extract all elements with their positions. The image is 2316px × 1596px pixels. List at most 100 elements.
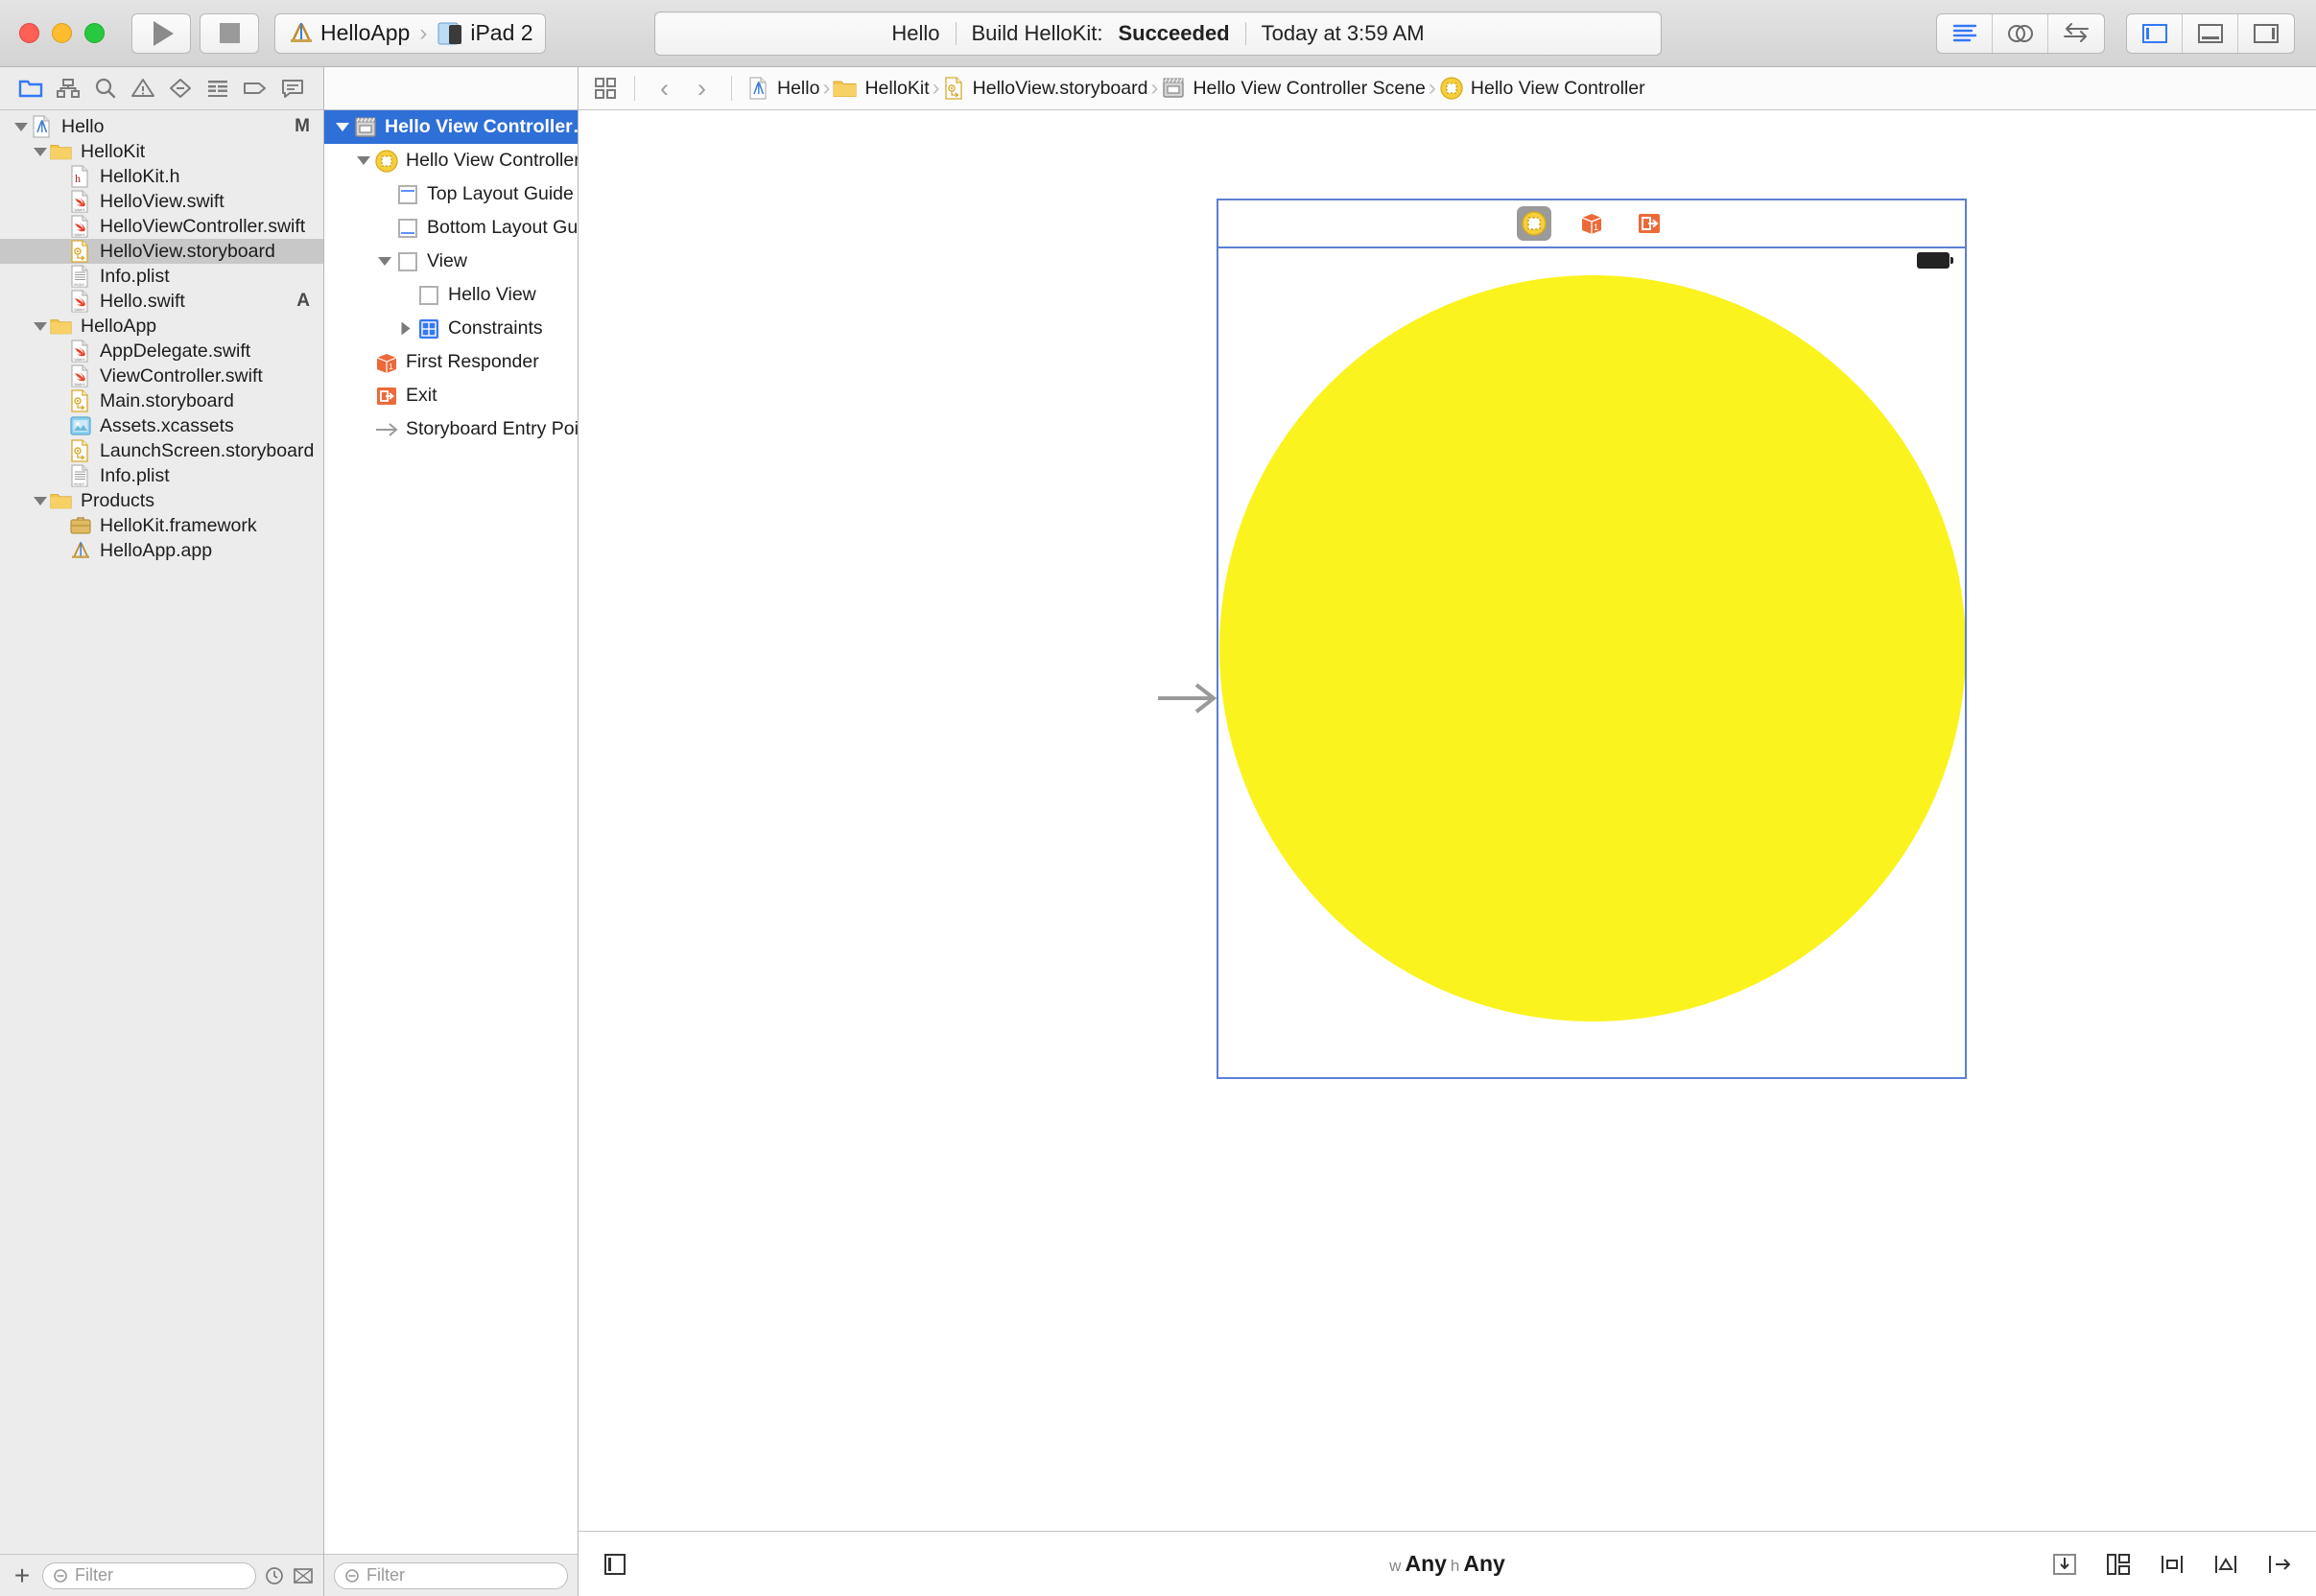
outline-row[interactable]: 1 First Responder <box>324 345 578 379</box>
file-row[interactable]: Products <box>0 488 323 513</box>
scene-outline-tree[interactable]: Hello View Controller… Hello View Control… <box>324 110 578 1554</box>
align-button[interactable] <box>2157 1551 2187 1578</box>
project-file-tree[interactable]: Hello M HelloKit h HelloKit.h SWIFT HelloView.… <box>0 110 323 1554</box>
outline-row[interactable]: Hello View Controller <box>324 144 578 177</box>
file-row[interactable]: LaunchScreen.storyboard <box>0 438 323 463</box>
file-row[interactable]: PLIST Info.plist <box>0 264 323 289</box>
file-row[interactable]: SWIFT Hello.swift A <box>0 289 323 314</box>
recent-files-filter-icon[interactable] <box>264 1565 285 1586</box>
exit-dock-icon[interactable] <box>1632 206 1666 241</box>
file-row[interactable]: HelloApp.app <box>0 538 323 563</box>
view-controller-dock-icon[interactable] <box>1517 206 1551 241</box>
breadcrumb-item[interactable]: Hello <box>747 77 819 100</box>
update-frames-button[interactable] <box>2049 1551 2080 1578</box>
report-navigator-tab[interactable] <box>203 74 232 103</box>
symbol-navigator-tab[interactable] <box>54 74 83 103</box>
debug-navigator-tab[interactable] <box>278 74 307 103</box>
outline-row[interactable]: View <box>324 245 578 278</box>
disclosure-triangle[interactable] <box>332 123 353 131</box>
disclosure-triangle[interactable] <box>353 156 374 165</box>
disclosure-triangle[interactable] <box>31 491 50 510</box>
outline-row[interactable]: Bottom Layout Gu… <box>324 211 578 245</box>
file-row[interactable]: HelloKit.framework <box>0 513 323 538</box>
navigator-filter-field[interactable]: Filter <box>42 1561 256 1589</box>
project-navigator-tab[interactable] <box>16 74 45 103</box>
close-window-button[interactable] <box>19 23 39 43</box>
disclosure-triangle[interactable] <box>374 257 395 266</box>
pin-button[interactable] <box>2210 1551 2241 1578</box>
outline-filter-field[interactable]: Filter <box>334 1561 568 1589</box>
view-controller-icon <box>375 149 398 173</box>
disclosure-triangle[interactable] <box>12 117 31 136</box>
hello-view-circle[interactable] <box>1219 275 1965 1021</box>
disclosure-triangle[interactable] <box>31 142 50 161</box>
scheme-selector[interactable]: HelloApp › iPad 2 <box>274 12 546 54</box>
find-navigator-tab[interactable] <box>91 74 120 103</box>
embed-in-button[interactable] <box>2103 1551 2134 1578</box>
minimize-window-button[interactable] <box>52 23 72 43</box>
file-row[interactable]: Main.storyboard <box>0 388 323 413</box>
activity-status-bar[interactable]: Hello Build HelloKit: Succeeded Today at… <box>654 11 1662 56</box>
file-row[interactable]: Hello M <box>0 114 323 139</box>
file-row[interactable]: PLIST Info.plist <box>0 463 323 488</box>
file-row[interactable]: Assets.xcassets <box>0 413 323 438</box>
forward-button[interactable]: › <box>688 74 716 104</box>
file-row[interactable]: SWIFT HelloViewController.swift <box>0 214 323 239</box>
file-row[interactable]: HelloApp <box>0 314 323 339</box>
breadcrumb-item[interactable]: Hello View Controller <box>1439 76 1645 101</box>
file-row[interactable]: HelloKit <box>0 139 323 164</box>
back-button[interactable]: ‹ <box>650 74 678 104</box>
breadcrumb-item[interactable]: Hello View Controller Scene <box>1161 77 1426 100</box>
file-type-icon <box>31 115 54 138</box>
zoom-window-button[interactable] <box>84 23 105 43</box>
disclosure-triangle[interactable] <box>395 321 416 336</box>
outline-row[interactable]: Top Layout Guide <box>324 177 578 211</box>
toolbar-right-controls <box>1936 12 2295 54</box>
breadcrumb-item[interactable]: HelloView.storyboard <box>943 77 1147 100</box>
version-editor-button[interactable] <box>2048 14 2104 53</box>
disclosure-triangle[interactable] <box>31 317 50 336</box>
view-controller-scene[interactable]: 1 <box>1217 199 1967 1079</box>
assistant-editor-button[interactable] <box>1993 13 2048 53</box>
file-row[interactable]: HelloView.storyboard <box>0 239 323 264</box>
file-row[interactable]: SWIFT HelloView.swift <box>0 189 323 214</box>
framework-icon <box>70 517 91 534</box>
debug-area-toggle-button[interactable] <box>2183 13 2238 53</box>
utilities-toggle-button[interactable] <box>2238 14 2294 53</box>
resolve-issues-button[interactable] <box>2264 1551 2295 1578</box>
status-time: Today at 3:59 AM <box>1261 20 1425 45</box>
outline-row[interactable]: Storyboard Entry Point <box>324 412 578 446</box>
file-row[interactable]: h HelloKit.h <box>0 164 323 189</box>
document-outline-toggle-button[interactable] <box>600 1551 632 1578</box>
outline-row[interactable]: Hello View <box>324 278 578 312</box>
size-class-h-value: Any <box>1463 1551 1505 1576</box>
jump-bar: ‹ › Hello › HelloKit › HelloView.storyboard ›… <box>579 67 2316 110</box>
view-controller-view[interactable] <box>1217 248 1967 1079</box>
size-class-indicator[interactable]: w Any h Any <box>1389 1551 1505 1577</box>
file-row[interactable]: SWIFT AppDelegate.swift <box>0 339 323 364</box>
outline-row[interactable]: Exit <box>324 379 578 412</box>
standard-editor-button[interactable] <box>1937 13 1993 53</box>
outline-item-icon <box>395 182 420 207</box>
breakpoint-navigator-tab[interactable] <box>241 74 270 103</box>
file-row[interactable]: SWIFT ViewController.swift <box>0 364 323 388</box>
outline-item-icon <box>395 249 420 274</box>
folder-icon <box>50 494 72 509</box>
add-file-button[interactable]: + <box>10 1561 35 1588</box>
storyboard-canvas[interactable]: 1 <box>579 110 2316 1531</box>
outline-row[interactable]: Constraints <box>324 312 578 345</box>
run-button[interactable] <box>131 12 191 54</box>
outline-row[interactable]: Hello View Controller… <box>324 110 578 144</box>
outline-item-label: Bottom Layout Gu… <box>427 217 578 238</box>
breadcrumb-item[interactable]: HelloKit <box>833 78 930 100</box>
issue-navigator-tab[interactable] <box>129 74 157 103</box>
source-control-filter-icon[interactable] <box>293 1565 314 1586</box>
navigator-toggle-button[interactable] <box>2127 13 2183 53</box>
bottom-layout-guide-icon <box>398 218 417 238</box>
test-navigator-tab[interactable] <box>166 74 195 103</box>
stop-button[interactable] <box>200 12 259 54</box>
file-type-icon: SWIFT <box>69 190 92 213</box>
scene-icon <box>355 117 376 137</box>
first-responder-dock-icon[interactable]: 1 <box>1574 206 1609 241</box>
related-items-icon[interactable] <box>592 75 619 102</box>
